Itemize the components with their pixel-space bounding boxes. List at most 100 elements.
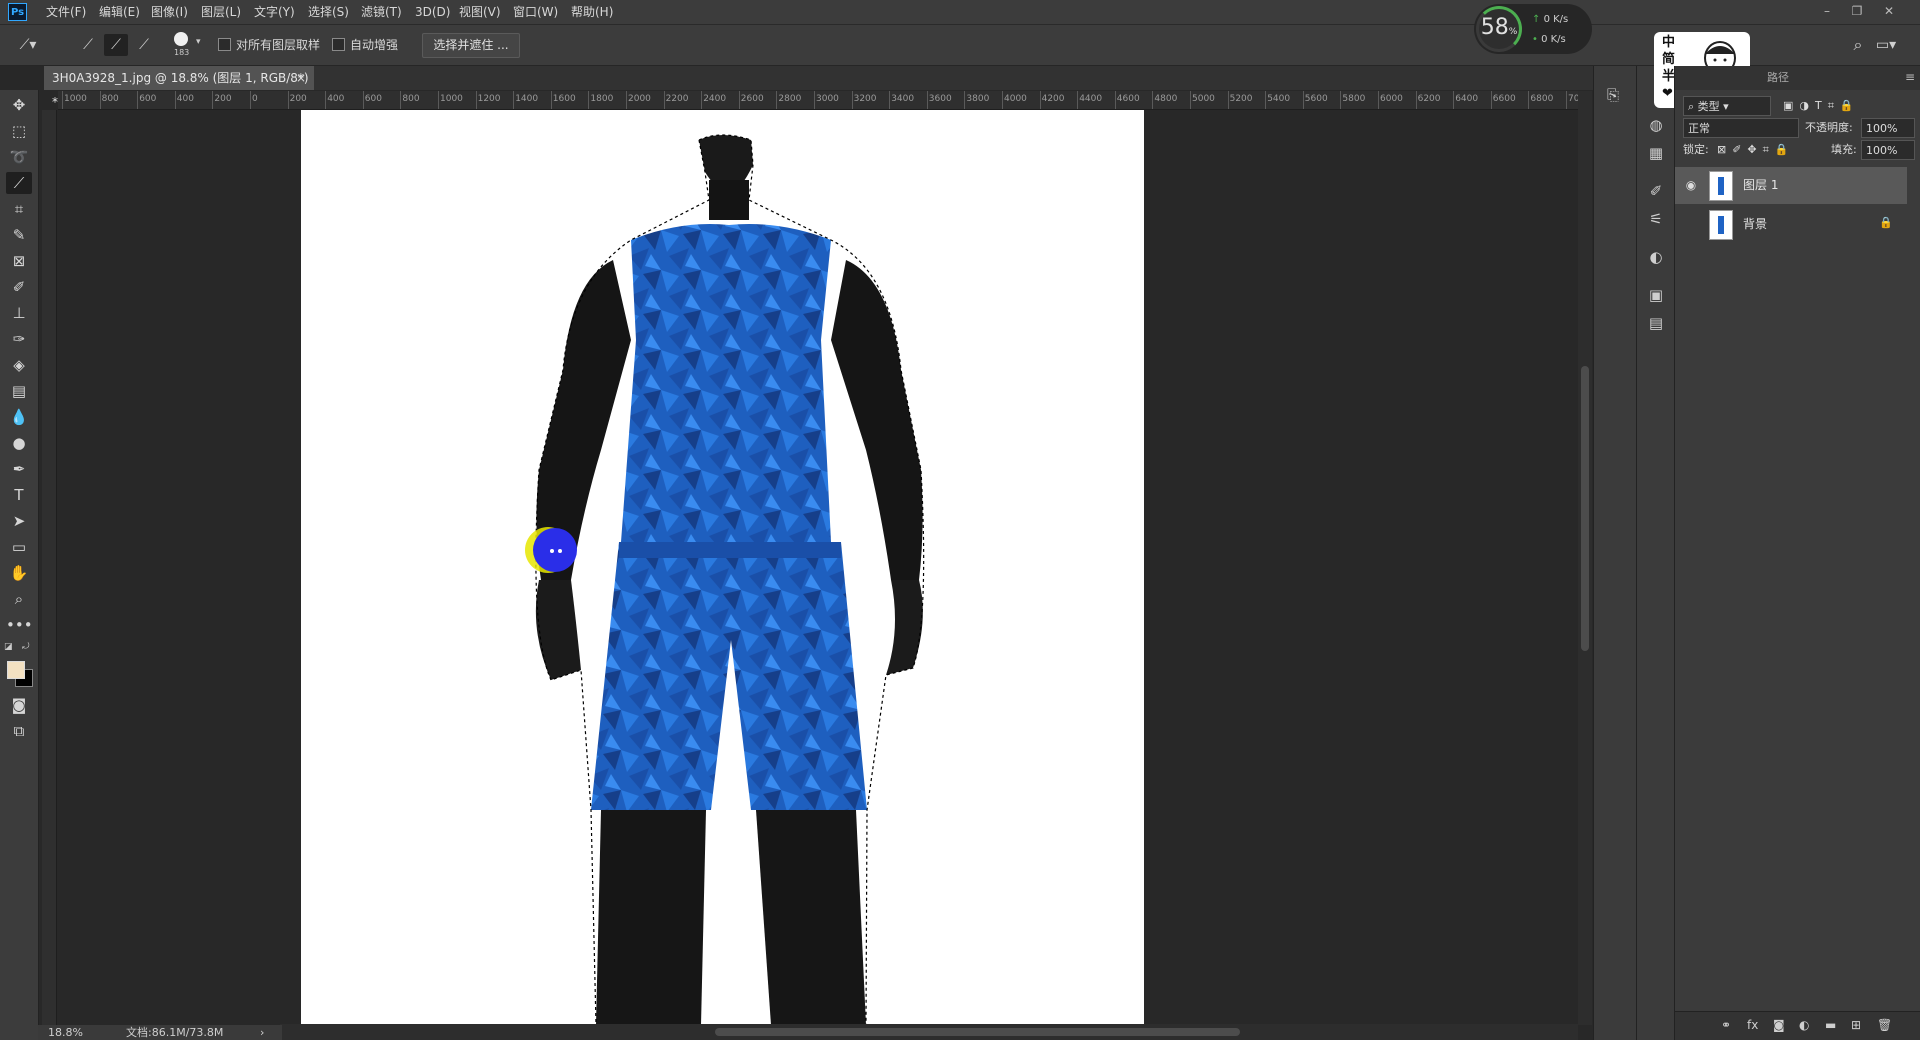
screen-mode-icon[interactable]: ⧉ xyxy=(6,720,32,742)
status-menu-arrow-icon[interactable]: › xyxy=(260,1025,264,1040)
vertical-scroll-thumb[interactable] xyxy=(1581,366,1589,651)
stamp-tool-icon[interactable]: ⊥ xyxy=(6,302,32,324)
document-tab[interactable]: 3H0A3928_1.jpg @ 18.8% (图层 1, RGB/8*) * … xyxy=(44,66,314,109)
filter-icons[interactable]: ▣◑T⌗🔒 xyxy=(1783,96,1860,116)
link-layers-icon[interactable]: ⚭ xyxy=(1721,1018,1731,1032)
move-tool-icon[interactable]: ✥ xyxy=(6,94,32,116)
add-mask-icon[interactable]: ◙ xyxy=(1773,1018,1785,1032)
foreground-color-swatch[interactable] xyxy=(7,661,25,679)
swatches-panel-icon[interactable]: ▦ xyxy=(1645,142,1667,164)
libraries-panel-icon[interactable]: ▣ xyxy=(1645,284,1667,306)
ruler-label: 5200 xyxy=(1229,94,1253,104)
gradient-tool-icon[interactable]: ▤ xyxy=(6,380,32,402)
auto-enhance-checkbox[interactable] xyxy=(332,38,345,51)
restore-icon[interactable]: ❐ xyxy=(1844,0,1870,22)
zoom-level[interactable]: 18.8% xyxy=(48,1025,83,1040)
eraser-tool-icon[interactable]: ◈ xyxy=(6,354,32,376)
subtract-from-selection-icon[interactable]: ⟋ xyxy=(132,34,156,56)
ruler-label: 6200 xyxy=(1417,94,1441,104)
ruler-label: 5400 xyxy=(1267,94,1291,104)
sample-all-layers-checkbox[interactable] xyxy=(218,38,231,51)
brush-tool-icon[interactable]: ✐ xyxy=(6,276,32,298)
menu-type[interactable]: 文字(Y) xyxy=(254,0,295,24)
swap-colors-icon[interactable]: ⤾ xyxy=(22,642,30,652)
lasso-tool-icon[interactable]: ➰ xyxy=(6,146,32,168)
history-panel-icon[interactable]: ⎘ xyxy=(1602,84,1624,106)
menu-help[interactable]: 帮助(H) xyxy=(571,0,613,24)
horizontal-scroll-thumb[interactable] xyxy=(715,1028,1240,1036)
menu-edit[interactable]: 编辑(E) xyxy=(99,0,140,24)
canvas-area[interactable] xyxy=(57,110,1577,1025)
ruler-tick xyxy=(626,91,627,109)
brush-size: 183 xyxy=(174,48,190,57)
brush-preview-icon[interactable] xyxy=(174,32,188,46)
ruler-label: 3400 xyxy=(891,94,915,104)
lock-icons[interactable]: ⊠✐✥⌗🔒 xyxy=(1717,140,1795,160)
add-to-selection-icon[interactable]: ⟋ xyxy=(104,34,128,56)
eyedropper-tool-icon[interactable]: ✎ xyxy=(6,224,32,246)
properties-panel-icon[interactable]: ▤ xyxy=(1645,312,1667,334)
quick-selection-tool-icon[interactable]: ⟋ xyxy=(6,172,32,194)
new-layer-icon[interactable]: ⊞ xyxy=(1851,1018,1861,1032)
more-tools-icon[interactable]: ••• xyxy=(6,614,33,636)
zoom-tool-icon[interactable]: ⌕ xyxy=(6,588,32,610)
layer-row-layer1[interactable]: ◉ 图层 1 xyxy=(1675,167,1907,204)
filter-kind-select[interactable]: ⌕ 类型 ▾ xyxy=(1683,96,1771,116)
workspace-icon[interactable]: ▭▾ xyxy=(1874,34,1898,56)
dodge-tool-icon[interactable]: ● xyxy=(6,432,32,454)
rectangle-tool-icon[interactable]: ▭ xyxy=(6,536,32,558)
menu-file[interactable]: 文件(F) xyxy=(46,0,86,24)
frame-tool-icon[interactable]: ⊠ xyxy=(6,250,32,272)
history-brush-icon[interactable]: ✑ xyxy=(6,328,32,350)
layers-panel: 路径 ≡ ⌕ 类型 ▾ ▣◑T⌗🔒 正常 不透明度: 100% 锁定: ⊠✐✥⌗… xyxy=(1674,66,1920,1040)
menu-window[interactable]: 窗口(W) xyxy=(513,0,558,24)
adjustment-layer-icon[interactable]: ◐ xyxy=(1799,1018,1809,1032)
menu-select[interactable]: 选择(S) xyxy=(308,0,349,24)
document-canvas[interactable] xyxy=(301,110,1144,1025)
visibility-eye-icon[interactable]: ◉ xyxy=(1683,177,1699,193)
brush-dropdown-icon[interactable]: ▾ xyxy=(196,37,201,47)
blur-tool-icon[interactable]: 💧 xyxy=(6,406,32,428)
marquee-tool-icon[interactable]: ⬚ xyxy=(6,120,32,142)
tab-close-icon[interactable]: × xyxy=(296,66,306,90)
styles-panel-icon[interactable]: ◐ xyxy=(1645,246,1667,268)
delete-layer-icon[interactable]: 🗑 xyxy=(1877,1018,1892,1032)
fill-input[interactable]: 100% xyxy=(1861,140,1915,160)
visibility-toggle-empty[interactable] xyxy=(1683,216,1699,232)
quick-selection-preset-icon[interactable]: ⟋▾ xyxy=(16,34,40,56)
vertical-scrollbar[interactable] xyxy=(1578,91,1592,1025)
default-colors-icon[interactable]: ◪ xyxy=(4,642,13,652)
search-icon[interactable]: ⌕ xyxy=(1846,34,1870,56)
tab-paths[interactable]: 路径 xyxy=(1767,66,1789,90)
color-panel-icon[interactable]: ◍ xyxy=(1645,114,1667,136)
pen-tool-icon[interactable]: ✒ xyxy=(6,458,32,480)
select-and-mask-button[interactable]: 选择并遮住 ... xyxy=(422,33,520,58)
quick-mask-icon[interactable]: ◙ xyxy=(6,694,32,716)
layer-row-background[interactable]: 背景 🔒 xyxy=(1675,206,1907,243)
opacity-input[interactable]: 100% xyxy=(1861,118,1915,138)
new-selection-icon[interactable]: ⟋ xyxy=(76,34,100,56)
blend-mode-select[interactable]: 正常 xyxy=(1683,118,1799,138)
ruler-label: 4000 xyxy=(1004,94,1027,104)
new-group-icon[interactable]: ▬ xyxy=(1825,1018,1836,1032)
fx-icon[interactable]: fx xyxy=(1747,1018,1758,1032)
horizontal-scrollbar[interactable] xyxy=(280,1024,1578,1040)
ruler-tick xyxy=(889,91,891,109)
menu-view[interactable]: 视图(V) xyxy=(459,0,501,24)
ruler-label: 1000 xyxy=(440,94,463,104)
ruler-tick xyxy=(137,91,139,109)
hand-tool-icon[interactable]: ✋ xyxy=(6,562,32,584)
menu-filter[interactable]: 滤镜(T) xyxy=(361,0,402,24)
menu-3d[interactable]: 3D(D) xyxy=(415,0,450,24)
brush-panel-icon[interactable]: ✐ xyxy=(1645,180,1667,202)
path-selection-icon[interactable]: ➤ xyxy=(6,510,32,532)
crop-tool-icon[interactable]: ⌗ xyxy=(6,198,32,220)
panel-menu-icon[interactable]: ≡ xyxy=(1905,70,1915,84)
close-icon[interactable]: ✕ xyxy=(1876,0,1902,22)
menu-layer[interactable]: 图层(L) xyxy=(201,0,241,24)
type-tool-icon[interactable]: T xyxy=(6,484,32,506)
adjustments-panel-icon[interactable]: ⚟ xyxy=(1645,208,1667,230)
menu-image[interactable]: 图像(I) xyxy=(151,0,188,24)
ruler-label: 1000 xyxy=(64,94,87,104)
minimize-icon[interactable]: – xyxy=(1814,0,1840,22)
